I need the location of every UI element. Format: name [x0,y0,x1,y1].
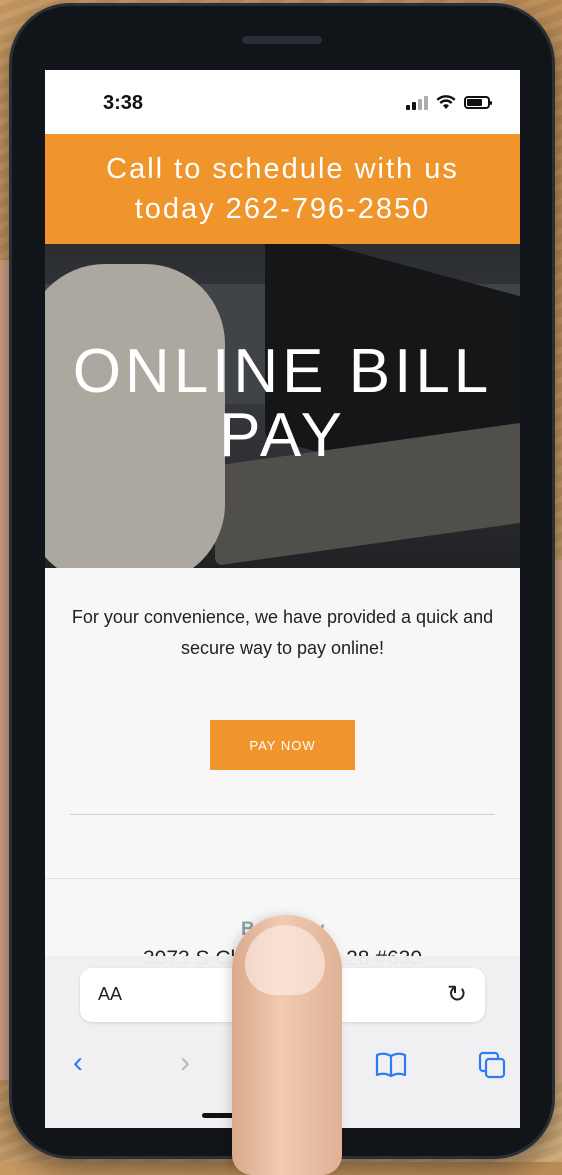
reload-icon[interactable]: ↻ [447,980,467,1009]
page-title: ONLINE BILL PAY [45,340,520,468]
banner-phone[interactable]: today 262-796-2850 [45,189,520,229]
call-banner[interactable]: Call to schedule with us today 262-796-2… [45,134,520,244]
battery-icon [464,96,492,109]
main-content: For your convenience, we have provided a… [45,568,520,971]
page-title-line-1: ONLINE BILL [72,337,493,406]
speaker-grille [242,36,322,44]
status-bar: 3:38 [45,70,520,134]
intro-text: For your convenience, we have provided a… [71,607,494,658]
tabs-icon[interactable] [477,1050,507,1080]
status-time: 3:38 [103,92,144,114]
bookmarks-icon[interactable] [375,1052,407,1078]
fingernail [245,925,325,995]
page-title-line-2: PAY [219,401,346,470]
status-icons [406,95,492,110]
wifi-icon [436,95,456,109]
pay-now-button[interactable]: PAY NOW [210,720,355,770]
signal-icon [406,95,428,110]
section-divider [45,878,520,879]
divider [70,814,495,815]
back-icon[interactable]: ‹ [73,1046,83,1080]
banner-line-1: Call to schedule with us [106,153,459,185]
hero-image: ONLINE BILL PAY [45,244,520,568]
forward-icon[interactable]: › [180,1046,190,1080]
